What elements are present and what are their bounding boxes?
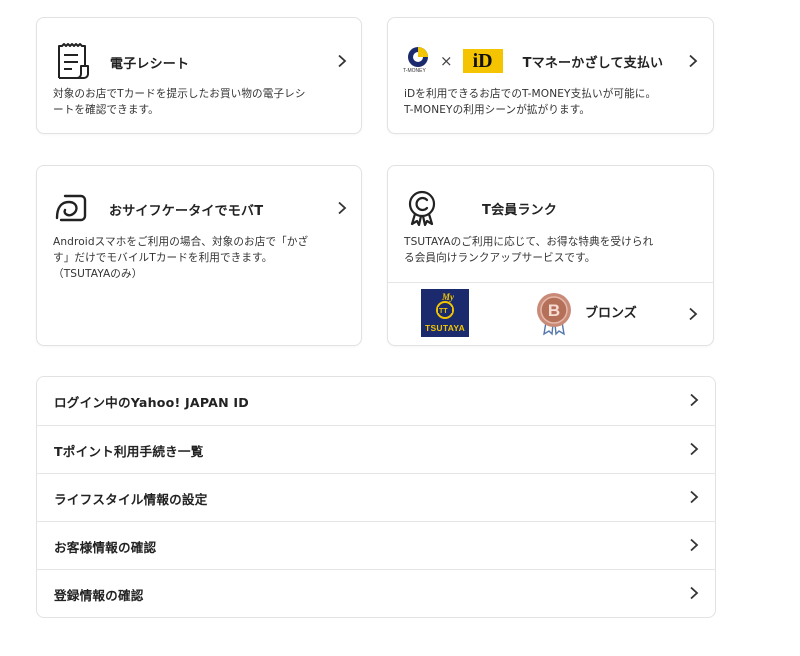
svg-text:B: B xyxy=(548,301,560,320)
receipt-icon xyxy=(54,42,94,82)
receipt-card[interactable]: 電子レシート 対象のお店でTカードを提示したお買い物の電子レシ ートを確認できま… xyxy=(36,17,362,134)
times-sign: × xyxy=(440,52,453,70)
list-item-customer-info[interactable]: お客様情報の確認 xyxy=(37,521,715,569)
chevron-right-icon xyxy=(337,54,347,68)
t-money-logo: T-MONEY xyxy=(403,46,432,76)
chevron-right-icon xyxy=(689,393,699,407)
chevron-right-icon xyxy=(689,442,699,456)
svg-text:My: My xyxy=(441,292,455,302)
list-item-yahoo-id[interactable]: ログイン中のYahoo! JAPAN ID xyxy=(37,377,715,425)
rank-card-title: T会員ランク xyxy=(482,202,558,218)
rank-label: ブロンズ xyxy=(585,306,637,321)
tmoney-card-title: Tマネーかざして支払い xyxy=(522,55,664,71)
osaifu-card-title: おサイフケータイでモバT xyxy=(109,203,264,219)
osaifu-card[interactable]: おサイフケータイでモバT Androidスマホをご利用の場合、対象のお店で「かざ… xyxy=(36,165,362,346)
svg-text:TT: TT xyxy=(439,308,448,315)
osaifu-card-description: Androidスマホをご利用の場合、対象のお店で「かざ す」だけでモバイルTカー… xyxy=(53,236,309,280)
chevron-right-icon xyxy=(689,490,699,504)
tsutaya-logo: My TT TSUTAYA xyxy=(421,289,469,337)
list-item-label: ログイン中のYahoo! JAPAN ID xyxy=(54,395,249,410)
chevron-right-icon xyxy=(689,538,699,552)
receipt-card-description: 対象のお店でTカードを提示したお買い物の電子レシ ートを確認できます。 xyxy=(53,88,306,116)
tmoney-card[interactable]: T-MONEY × iD Tマネーかざして支払い iDを利用できるお店でのT-M… xyxy=(387,17,714,134)
rank-card[interactable]: T会員ランク TSUTAYAのご利用に応じて、お得な特典を受けられ る会員向けラ… xyxy=(387,165,714,346)
tmoney-card-description: iDを利用できるお店でのT-MONEY支払いが可能に。 T-MONEYの利用シー… xyxy=(404,88,657,116)
account-menu-list: ログイン中のYahoo! JAPAN ID Tポイント利用手続き一覧 ライフスタ… xyxy=(36,376,716,618)
chevron-right-icon xyxy=(688,54,698,68)
list-item-label: Tポイント利用手続き一覧 xyxy=(54,444,204,459)
bronze-badge-icon: B xyxy=(534,292,574,336)
chevron-right-icon xyxy=(689,586,699,600)
rank-card-description: TSUTAYAのご利用に応じて、お得な特典を受けられ る会員向けランクアップサー… xyxy=(404,236,654,264)
receipt-card-title: 電子レシート xyxy=(110,56,190,72)
id-logo: iD xyxy=(462,49,503,73)
list-item-registration-info[interactable]: 登録情報の確認 xyxy=(37,569,715,617)
tsutaya-logo-text: TSUTAYA xyxy=(424,323,466,333)
rank-divider xyxy=(388,282,713,283)
osaifu-keitai-icon xyxy=(53,192,93,226)
list-item-tpoint-procedures[interactable]: Tポイント利用手続き一覧 xyxy=(37,425,715,473)
list-item-lifestyle-settings[interactable]: ライフスタイル情報の設定 xyxy=(37,473,715,521)
t-money-label: T-MONEY xyxy=(403,68,426,74)
medal-icon xyxy=(404,190,444,227)
chevron-right-icon xyxy=(337,201,347,215)
list-item-label: ライフスタイル情報の設定 xyxy=(54,492,208,507)
chevron-right-icon xyxy=(688,307,698,321)
list-item-label: 登録情報の確認 xyxy=(54,588,144,603)
list-item-label: お客様情報の確認 xyxy=(54,540,157,555)
